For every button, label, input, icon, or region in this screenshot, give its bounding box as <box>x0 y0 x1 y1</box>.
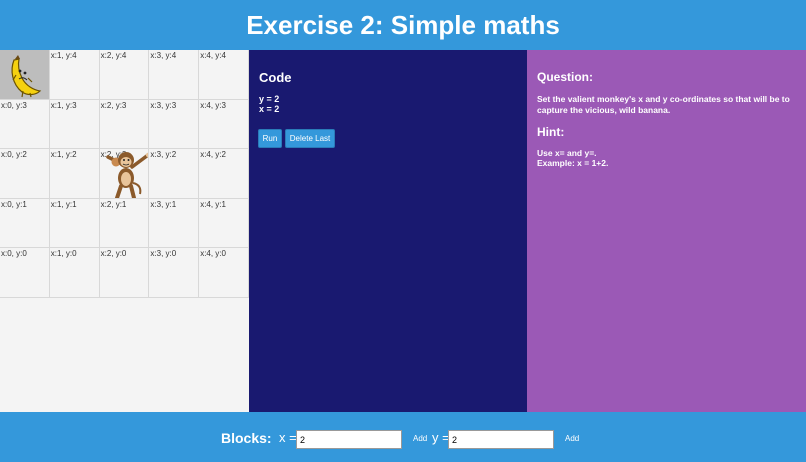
grid-cell-x2-y1: x:2, y:1 <box>99 198 150 249</box>
cell-label: x:3, y:1 <box>150 199 177 209</box>
grid-cell-x0-y1: x:0, y:1 <box>0 198 50 249</box>
cell-label: x:1, y:0 <box>50 249 77 259</box>
grid-cell-x2-y2: x:2, y:2 <box>99 149 150 199</box>
grid-cell-x2-y4: x:2, y:4 <box>99 50 150 100</box>
x-input[interactable] <box>296 430 402 449</box>
cell-label: x:3, y:3 <box>150 100 177 110</box>
grid-cell-x2-y0: x:2, y:0 <box>99 248 150 298</box>
grid-cell-x0-y2: x:0, y:2 <box>0 149 50 199</box>
grid-cell-x1-y3: x:1, y:3 <box>49 99 100 150</box>
grid-cell-x3-y1: x:3, y:1 <box>149 198 200 249</box>
code-block: y = 2 x = 2 <box>259 94 279 114</box>
grid-cell-x1-y4: x:1, y:4 <box>49 50 100 100</box>
run-button[interactable]: Run <box>258 129 282 148</box>
grid-cell-x3-y4: x:3, y:4 <box>149 50 200 100</box>
hint-title: Hint: <box>537 125 565 139</box>
grid-cell-x3-y3: x:3, y:3 <box>149 99 200 150</box>
monkey-icon <box>105 152 149 198</box>
banana-icon <box>11 55 42 98</box>
cell-label: x:0, y:3 <box>1 100 27 110</box>
cell-label: x:1, y:1 <box>50 199 77 209</box>
cell-label: x:0, y:1 <box>1 199 27 209</box>
question-panel: Question: Set the valient monkey's x and… <box>527 50 806 412</box>
cell-label: x:0, y:0 <box>1 249 27 259</box>
y-input[interactable] <box>448 430 554 449</box>
grid-cell-x4-y0: x:4, y:0 <box>199 248 249 298</box>
page-title: Exercise 2: Simple maths <box>246 10 560 40</box>
grid-cell-x0-y4 <box>0 50 50 100</box>
cell-label: x:4, y:1 <box>200 199 226 209</box>
hint-line: Example: x = 1+2. <box>537 158 609 168</box>
grid-cell-x0-y0: x:0, y:0 <box>0 248 50 298</box>
blocks-label: Blocks: <box>221 430 272 446</box>
cell-label: x:2, y:4 <box>100 51 127 60</box>
cell-label: x:4, y:2 <box>200 150 226 160</box>
cell-label: x:4, y:4 <box>200 51 226 60</box>
code-line: x = 2 <box>259 104 280 114</box>
add-y-button[interactable]: Add <box>565 434 579 443</box>
grid-cell-x4-y2: x:4, y:2 <box>199 149 249 199</box>
grid-cell-x4-y3: x:4, y:3 <box>199 99 249 150</box>
cell-label: x:4, y:3 <box>200 100 226 110</box>
code-title: Code <box>259 70 292 85</box>
hint-text: Use x= and y=. Example: x = 1+2. <box>537 148 799 168</box>
question-text: Set the valient monkey's x and y co-ordi… <box>537 94 790 115</box>
cell-label: x:2, y:3 <box>100 100 127 110</box>
cell-label: x:1, y:4 <box>50 51 77 60</box>
cell-label: x:2, y:0 <box>100 249 127 259</box>
blocks-footer: Blocks: x = Add y = Add <box>0 412 806 462</box>
grid-cell-x3-y0: x:3, y:0 <box>149 248 200 298</box>
grid-cell-x1-y2: x:1, y:2 <box>49 149 100 199</box>
grid-cell-x3-y2: x:3, y:2 <box>149 149 200 199</box>
grid-panel: x:1, y:4 x:2, y:4 x:3, y:4 x:4, y:4 x:0,… <box>0 50 249 412</box>
grid-cell-x2-y3: x:2, y:3 <box>99 99 150 150</box>
grid-cell-x0-y3: x:0, y:3 <box>0 99 50 150</box>
cell-label: x:1, y:2 <box>50 150 77 160</box>
cell-label: x:3, y:4 <box>150 51 177 60</box>
grid-cell-x4-y4: x:4, y:4 <box>199 50 249 100</box>
coordinate-grid: x:1, y:4 x:2, y:4 x:3, y:4 x:4, y:4 x:0,… <box>0 50 249 298</box>
code-panel: Code y = 2 x = 2 Run Delete Last <box>249 50 527 412</box>
cell-label: x:3, y:0 <box>150 249 177 259</box>
question-title: Question: <box>537 70 593 84</box>
x-label: x = <box>279 430 297 445</box>
grid-cell-x1-y1: x:1, y:1 <box>49 198 100 249</box>
cell-label: x:4, y:0 <box>200 249 226 259</box>
hint-line: Use x= and y=. <box>537 148 597 158</box>
grid-cell-x1-y0: x:1, y:0 <box>49 248 100 298</box>
cell-label: x:0, y:2 <box>1 150 27 160</box>
add-x-button[interactable]: Add <box>413 434 427 443</box>
delete-last-button[interactable]: Delete Last <box>285 129 335 148</box>
cell-label: x:3, y:2 <box>150 150 177 160</box>
code-line: y = 2 <box>259 94 280 104</box>
cell-label: x:1, y:3 <box>50 100 77 110</box>
grid-cell-x4-y1: x:4, y:1 <box>199 198 249 249</box>
header-bar: Exercise 2: Simple maths <box>0 0 806 50</box>
cell-label: x:2, y:1 <box>100 199 127 209</box>
